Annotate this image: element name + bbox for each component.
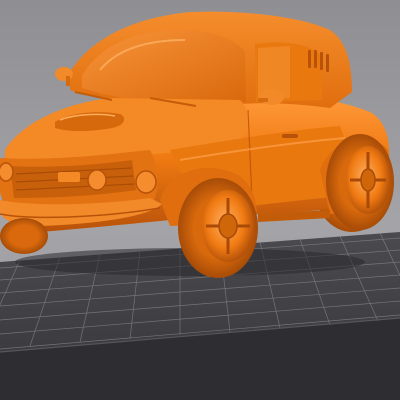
rear-left-wheel [326, 134, 394, 230]
front-left-wheel [178, 178, 258, 278]
3d-viewport[interactable] [0, 0, 400, 400]
scene-canvas[interactable] [0, 0, 400, 400]
front-right-wheel [0, 218, 48, 254]
grille-emblem [58, 172, 80, 182]
